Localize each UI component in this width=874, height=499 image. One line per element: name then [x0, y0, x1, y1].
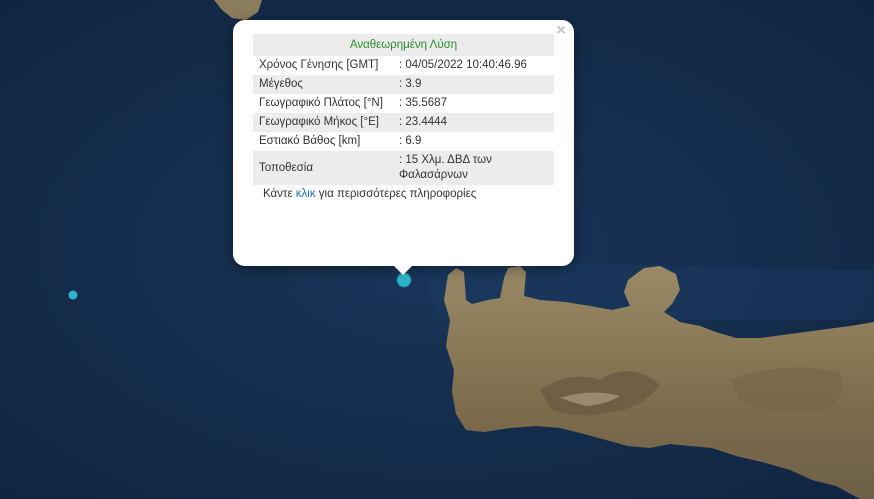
- more-info-prefix: Κάντε: [263, 188, 296, 200]
- location-label: Τοποθεσία: [253, 151, 393, 185]
- longitude-value: : 23.4444: [393, 113, 554, 132]
- magnitude-value: : 3.9: [393, 75, 554, 94]
- popup-content: Αναθεωρημένη Λύση Χρόνος Γένησης [GMT] :…: [253, 34, 554, 200]
- depth-value: : 6.9: [399, 135, 422, 147]
- latitude-value: : 35.5687: [399, 97, 447, 109]
- earthquake-marker-west[interactable]: [68, 290, 78, 300]
- origin-time-value: : 04/05/2022 10:40:46.96: [399, 59, 527, 71]
- info-table: Αναθεωρημένη Λύση Χρόνος Γένησης [GMT] :…: [253, 34, 554, 185]
- longitude-label: Γεωγραφικό Μήκος [°E]: [253, 113, 393, 132]
- earthquake-info-popup: × Αναθεωρημένη Λύση Χρόνος Γένησης [GMT]…: [233, 20, 574, 266]
- earthquake-marker-selected[interactable]: [396, 272, 412, 288]
- depth-label: Εστιακό Βάθος [km]: [259, 135, 361, 147]
- more-info-suffix: για περισσότερες πληροφορίες: [315, 188, 477, 200]
- more-info-line: Κάντε κλικ για περισσότερες πληροφορίες: [253, 188, 554, 200]
- more-info-link[interactable]: κλικ: [296, 188, 316, 200]
- location-value: : 15 Χλμ. ΔΒΔ των Φαλασάρνων: [393, 151, 554, 185]
- close-icon[interactable]: ×: [554, 23, 568, 39]
- popup-tip: [392, 264, 414, 275]
- latitude-label: Γεωγραφικό Πλάτος [°N]: [259, 97, 383, 109]
- popup-title: Αναθεωρημένη Λύση: [253, 34, 554, 56]
- origin-time-label: Χρόνος Γένησης [GMT]: [259, 59, 379, 71]
- magnitude-label: Μέγεθος: [253, 75, 393, 94]
